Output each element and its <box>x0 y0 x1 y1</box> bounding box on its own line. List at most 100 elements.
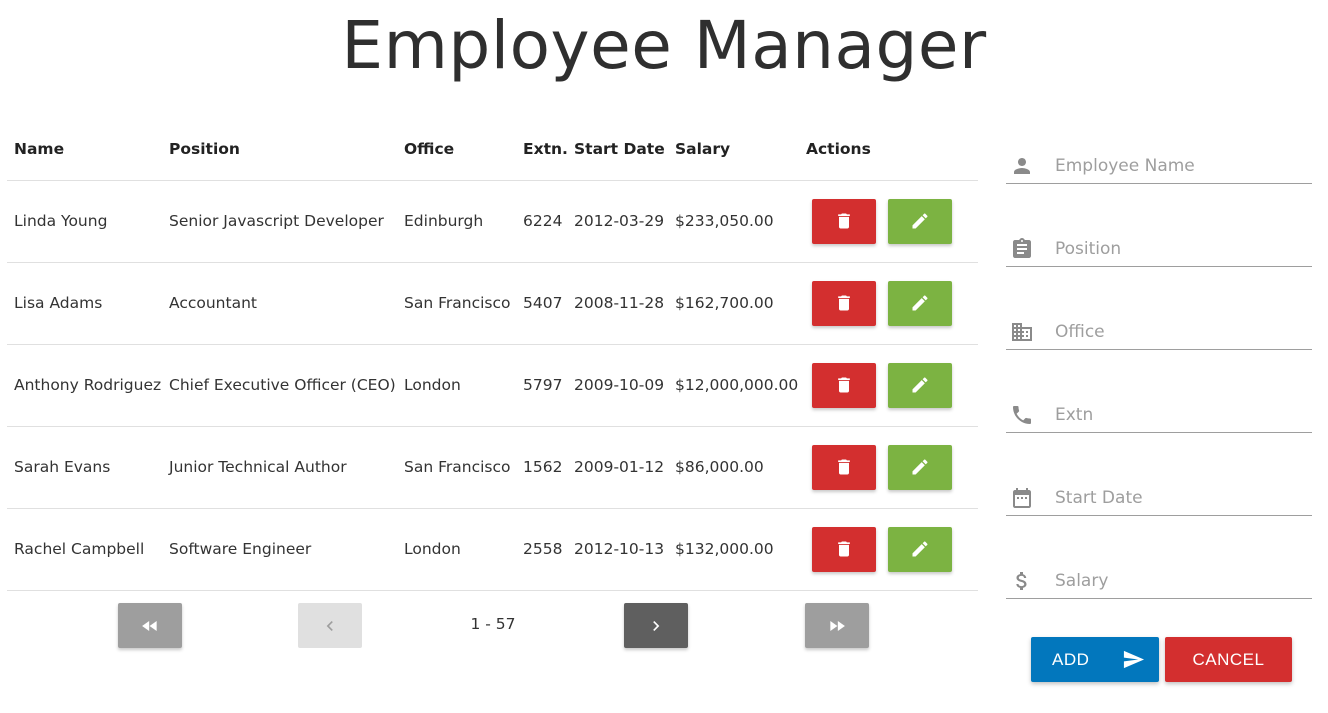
send-icon <box>1123 650 1145 669</box>
salary-input[interactable] <box>1006 563 1312 599</box>
cell-actions <box>806 180 978 263</box>
fast-rewind-icon <box>142 620 157 631</box>
start-date-input[interactable] <box>1006 480 1312 516</box>
trash-icon <box>838 459 850 475</box>
cell-position: Chief Executive Officer (CEO) <box>169 344 404 427</box>
cell-salary: $233,050.00 <box>675 180 806 263</box>
cell-start-date: 2009-01-12 <box>574 426 675 509</box>
table-row: Rachel Campbell Software Engineer London 25… <box>7 508 978 591</box>
delete-button[interactable] <box>812 444 876 490</box>
row-actions <box>806 526 978 572</box>
trash-icon <box>838 541 850 557</box>
table-row: Anthony Rodriguez Chief Executive Officer… <box>7 344 978 427</box>
chevron-left-icon <box>326 620 333 631</box>
trash-icon <box>838 213 850 229</box>
cancel-button[interactable]: CANCEL <box>1165 637 1292 682</box>
cell-extn: 5407 <box>523 262 574 345</box>
table-row: Sarah Evans Junior Technical Author San Fr… <box>7 426 978 509</box>
cell-name: Sarah Evans <box>7 426 169 509</box>
pagination: 1 - 57 <box>0 603 980 648</box>
employee-table-container: Name Position Office Extn. Start Date Sa… <box>7 118 978 591</box>
table-row: Lisa Adams Accountant San Francisco 5407 200… <box>7 262 978 345</box>
cell-office: Edinburgh <box>404 180 523 263</box>
cancel-button-label: CANCEL <box>1192 649 1265 669</box>
next-page-button[interactable] <box>624 603 688 648</box>
edit-button[interactable] <box>888 198 952 244</box>
cell-extn: 6224 <box>523 180 574 263</box>
add-button[interactable]: ADD <box>1031 637 1159 682</box>
edit-button[interactable] <box>888 444 952 490</box>
cell-actions <box>806 344 978 427</box>
cell-position: Accountant <box>169 262 404 345</box>
delete-button[interactable] <box>812 362 876 408</box>
delete-button[interactable] <box>812 198 876 244</box>
cell-name: Lisa Adams <box>7 262 169 345</box>
header-salary: Salary <box>675 118 806 181</box>
employee-form <box>1006 124 1312 622</box>
trash-icon <box>838 377 850 393</box>
employee-table: Name Position Office Extn. Start Date Sa… <box>7 118 978 591</box>
cell-salary: $12,000,000.00 <box>675 344 806 427</box>
cell-office: London <box>404 344 523 427</box>
cell-start-date: 2012-03-29 <box>574 180 675 263</box>
cell-position: Senior Javascript Developer <box>169 180 404 263</box>
cell-actions <box>806 426 978 509</box>
row-actions <box>806 198 978 244</box>
header-start-date: Start Date <box>574 118 675 181</box>
page-title: Employee Manager <box>341 7 987 84</box>
salary-field <box>1006 539 1312 622</box>
edit-button[interactable] <box>888 526 952 572</box>
cell-name: Rachel Campbell <box>7 508 169 591</box>
cell-office: San Francisco <box>404 262 523 345</box>
extn-input[interactable] <box>1006 397 1312 433</box>
cell-start-date: 2009-10-09 <box>574 344 675 427</box>
table-row: Linda Young Senior Javascript Developer Ed… <box>7 180 978 263</box>
previous-page-button[interactable] <box>298 603 362 648</box>
edit-button[interactable] <box>888 280 952 326</box>
office-field <box>1006 290 1312 373</box>
delete-button[interactable] <box>812 526 876 572</box>
employee-name-input[interactable] <box>1006 148 1312 184</box>
pencil-icon <box>912 213 928 229</box>
edit-button[interactable] <box>888 362 952 408</box>
start-date-field <box>1006 456 1312 539</box>
cell-extn: 1562 <box>523 426 574 509</box>
employee-name-field <box>1006 124 1312 207</box>
header-extn: Extn. <box>523 118 574 181</box>
fast-forward-icon <box>830 620 845 631</box>
pencil-icon <box>912 377 928 393</box>
position-field <box>1006 207 1312 290</box>
cell-extn: 2558 <box>523 508 574 591</box>
chevron-right-icon <box>653 620 660 631</box>
delete-button[interactable] <box>812 280 876 326</box>
cell-name: Anthony Rodriguez <box>7 344 169 427</box>
row-actions <box>806 362 978 408</box>
trash-icon <box>838 295 850 311</box>
extn-field <box>1006 373 1312 456</box>
pencil-icon <box>912 541 928 557</box>
cell-actions <box>806 508 978 591</box>
pencil-icon <box>912 459 928 475</box>
cell-position: Junior Technical Author <box>169 426 404 509</box>
header-actions: Actions <box>806 118 978 181</box>
row-actions <box>806 280 978 326</box>
pencil-icon <box>912 295 928 311</box>
header-name: Name <box>7 118 169 181</box>
cell-office: San Francisco <box>404 426 523 509</box>
table-header-row: Name Position Office Extn. Start Date Sa… <box>7 118 978 181</box>
cell-start-date: 2012-10-13 <box>574 508 675 591</box>
cell-start-date: 2008-11-28 <box>574 262 675 345</box>
first-page-button[interactable] <box>118 603 182 648</box>
cell-name: Linda Young <box>7 180 169 263</box>
last-page-button[interactable] <box>805 603 869 648</box>
header-position: Position <box>169 118 404 181</box>
cell-extn: 5797 <box>523 344 574 427</box>
office-input[interactable] <box>1006 314 1312 350</box>
cell-position: Software Engineer <box>169 508 404 591</box>
row-actions <box>806 444 978 490</box>
cell-office: London <box>404 508 523 591</box>
position-input[interactable] <box>1006 231 1312 267</box>
cell-salary: $86,000.00 <box>675 426 806 509</box>
header-office: Office <box>404 118 523 181</box>
cell-actions <box>806 262 978 345</box>
